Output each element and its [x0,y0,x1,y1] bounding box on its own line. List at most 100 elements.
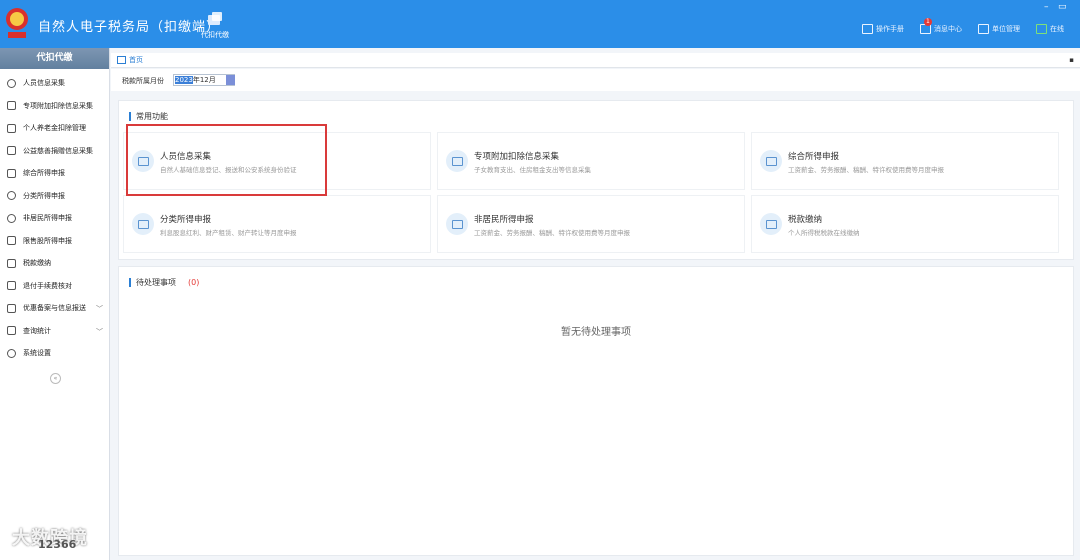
card-title: 非居民所得申报 [474,215,534,225]
sidebar-item-label: 税款缴纳 [23,259,51,268]
withholding-nav-button[interactable]: 代扣代缴 [196,10,234,44]
unit-management-button[interactable]: 单位管理 [978,24,1020,34]
header-toolbar: 操作手册 1 消息中心 单位管理 在线 [862,18,1080,37]
donation-icon [7,146,16,156]
sidebar-item-system-settings[interactable]: 系统设置 [0,342,109,365]
sidebar-item-restricted-shares[interactable]: 限售股所得申报 [0,230,109,253]
period-month: 年12月 [192,76,216,84]
message-center-button[interactable]: 1 消息中心 [920,18,962,34]
period-row: 税款所属月份 2023年12月 [111,69,1080,91]
message-center-label: 消息中心 [934,25,962,33]
restore-button[interactable]: ▭ [1058,2,1067,12]
sidebar-item-comprehensive[interactable]: 综合所得申报 [0,162,109,185]
edit-icon [132,213,154,235]
edit-icon [446,213,468,235]
period-year-selected: 2023 [175,76,193,84]
app-title: 自然人电子税务局（扣缴端） [38,20,221,35]
sidebar-menu: 人员信息采集 专项附加扣除信息采集 个人养老金扣除管理 公益慈善捐赠信息采集 综… [0,69,109,365]
query-icon [7,326,16,336]
card-tax-payment[interactable]: 税款缴纳 个人所得税税款在线缴纳 [751,195,1059,253]
sidebar-item-preferential-filing[interactable]: 优惠备案与信息报送 ﹀ [0,297,109,320]
sidebar-item-tax-payment[interactable]: 税款缴纳 [0,252,109,275]
tab-home-label: 首页 [129,56,143,64]
pending-title-text: 待处理事项 [136,278,176,287]
sidebar-title: 代扣代缴 [0,48,109,69]
card-classified-income[interactable]: 分类所得申报 利息股息红利、财产租赁、财产转让等月度申报 [123,195,431,253]
manual-label: 操作手册 [876,25,904,33]
collapse-sidebar-button[interactable]: « [50,373,61,384]
empty-state-message: 暂无待处理事项 [561,327,631,338]
report-icon [7,168,16,178]
home-icon [117,56,126,64]
sidebar-item-query-stats[interactable]: 查询统计 ﹀ [0,320,109,343]
gear-icon [7,348,16,358]
refund-icon [7,281,16,291]
manual-icon [862,24,873,34]
sidebar-item-label: 系统设置 [23,349,51,358]
watermark-sub: 12366 [38,538,77,551]
sidebar-item-label: 查询统计 [23,326,51,335]
card-title: 综合所得申报 [788,152,840,162]
pending-count: (0) [188,278,200,287]
manual-button[interactable]: 操作手册 [862,24,904,34]
common-functions-title: 常用功能 [129,112,168,121]
report-icon [760,150,782,172]
sidebar-item-label: 非居民所得申报 [23,214,72,223]
sidebar-item-classified[interactable]: 分类所得申报 [0,185,109,208]
sidebar-item-donation[interactable]: 公益慈善捐赠信息采集 [0,140,109,163]
grid-icon [7,101,16,111]
sidebar-item-label: 优惠备案与信息报送 [23,304,86,313]
card-title: 分类所得申报 [160,215,212,225]
card-nonresident-income[interactable]: 非居民所得申报 工资薪金、劳务报酬、稿酬、特许权使用费等月度申报 [437,195,745,253]
message-badge: 1 [924,18,932,26]
top-header: 自然人电子税务局（扣缴端） 代扣代缴 – ▭ 操作手册 1 消息中心 单位管理 … [0,0,1080,48]
sidebar-item-label: 专项附加扣除信息采集 [23,101,93,110]
pending-items-title: 待处理事项 (0) [129,278,199,287]
card-description: 个人所得税税款在线缴纳 [788,229,860,237]
card-special-deduction[interactable]: 专项附加扣除信息采集 子女教育支出、住房租金支出等信息采集 [437,132,745,190]
pending-items-panel: 待处理事项 (0) 暂无待处理事项 [118,266,1074,556]
nonresident-icon [7,213,16,223]
building-icon [978,24,989,34]
sidebar: 代扣代缴 人员信息采集 专项附加扣除信息采集 个人养老金扣除管理 公益慈善捐赠信… [0,48,110,560]
withholding-icon [207,12,223,26]
sidebar-item-label: 退付手续费核对 [23,281,72,290]
file-icon [7,303,16,313]
card-description: 利息股息红利、财产租赁、财产转让等月度申报 [160,229,297,237]
payment-icon [760,213,782,235]
unit-management-label: 单位管理 [992,25,1020,33]
card-title: 税款缴纳 [788,215,823,225]
card-description: 工资薪金、劳务报酬、稿酬、特许权使用费等月度申报 [788,166,944,174]
online-status[interactable]: 在线 [1036,24,1064,34]
minimize-button[interactable]: – [1044,2,1049,12]
sidebar-item-personnel[interactable]: 人员信息采集 [0,72,109,95]
person-icon [7,78,16,88]
calendar-picker-button[interactable] [226,75,235,85]
card-title: 专项附加扣除信息采集 [474,152,560,162]
national-emblem-icon [6,8,28,38]
tab-strip: 首页 ▪ [111,53,1080,68]
sidebar-item-label: 公益慈善捐赠信息采集 [23,146,93,155]
card-description: 工资薪金、劳务报酬、稿酬、特许权使用费等月度申报 [474,229,630,237]
sidebar-item-label: 个人养老金扣除管理 [23,124,86,133]
sidebar-item-label: 限售股所得申报 [23,236,72,245]
sidebar-item-label: 分类所得申报 [23,191,65,200]
wallet-icon [7,123,16,133]
card-description: 子女教育支出、住房租金支出等信息采集 [474,166,591,174]
sidebar-item-refund-fee[interactable]: 退付手续费核对 [0,275,109,298]
sidebar-item-special-deduction[interactable]: 专项附加扣除信息采集 [0,95,109,118]
tab-home[interactable]: 首页 [117,55,143,65]
payment-icon [7,258,16,268]
tab-menu-button[interactable]: ▪ [1069,56,1074,64]
sidebar-item-pension[interactable]: 个人养老金扣除管理 [0,117,109,140]
pie-icon [7,191,16,201]
bar-chart-icon [7,236,16,246]
annotation-highlight-box [126,124,327,196]
sidebar-item-label: 综合所得申报 [23,169,65,178]
chevron-down-icon: ﹀ [96,327,103,336]
chevron-down-icon: ﹀ [96,305,103,313]
card-comprehensive-income[interactable]: 综合所得申报 工资薪金、劳务报酬、稿酬、特许权使用费等月度申报 [751,132,1059,190]
sidebar-item-nonresident[interactable]: 非居民所得申报 [0,207,109,230]
withholding-nav-label: 代扣代缴 [201,31,229,39]
online-label: 在线 [1050,25,1064,33]
